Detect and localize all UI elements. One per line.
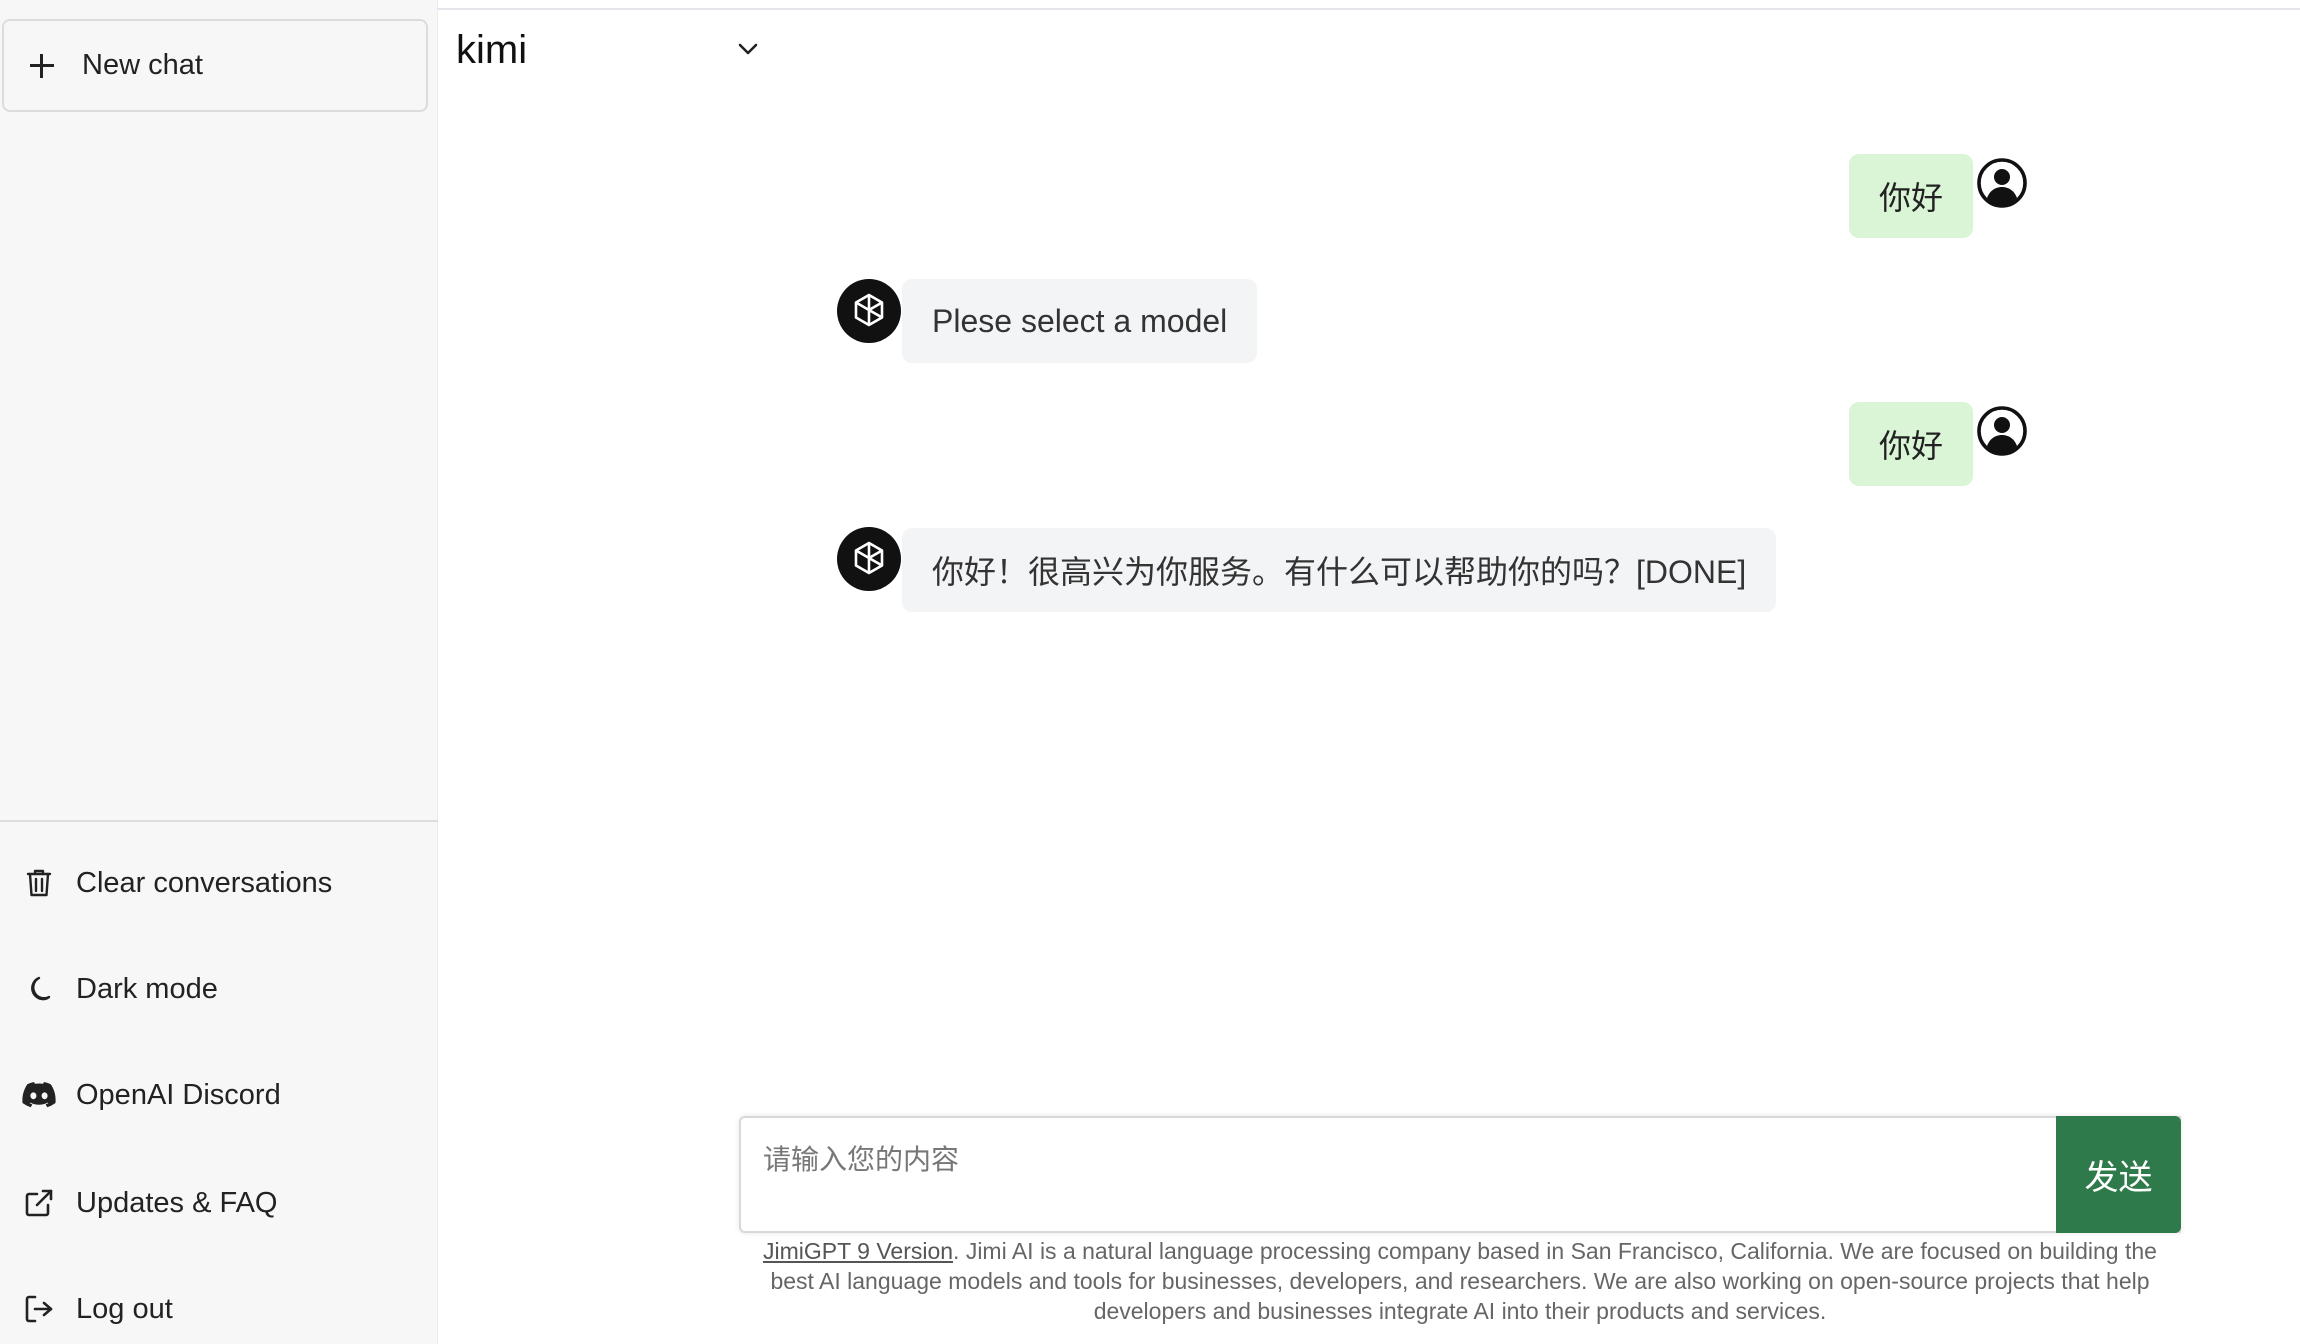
user-message: 你好	[1849, 402, 1974, 486]
message-text: Plese select a model	[932, 302, 1228, 339]
sidebar-item-label: Dark mode	[76, 972, 218, 1005]
sidebar-item-label: Log out	[76, 1292, 173, 1325]
version-link[interactable]: JimiGPT 9 Version	[763, 1238, 953, 1264]
assistant-avatar-icon	[837, 279, 901, 343]
plus-icon	[28, 52, 56, 80]
trash-icon	[22, 866, 56, 900]
model-select[interactable]: kimi	[456, 20, 766, 80]
message-text: 你好	[1879, 428, 1944, 464]
message-text: 你好！很高兴为你服务。有什么可以帮助你的吗？[DONE]	[932, 554, 1747, 590]
model-select-value: kimi	[456, 27, 528, 72]
user-avatar-icon	[1975, 404, 2039, 468]
external-link-icon	[22, 1186, 56, 1220]
send-button[interactable]: 发送	[2056, 1116, 2181, 1233]
message-text: 你好	[1879, 180, 1944, 216]
sidebar-item-label: OpenAI Discord	[76, 1078, 281, 1111]
assistant-avatar-icon	[837, 527, 901, 591]
sidebar-item-updates-faq[interactable]: Updates & FAQ	[22, 1178, 278, 1228]
user-avatar-icon	[1975, 156, 2039, 220]
sidebar: New chat Clear conversations Dark mode O…	[0, 0, 438, 1344]
user-message: 你好	[1849, 154, 1974, 238]
sidebar-item-label: Clear conversations	[76, 866, 333, 899]
new-chat-button[interactable]: New chat	[2, 19, 428, 112]
assistant-message: 你好！很高兴为你服务。有什么可以帮助你的吗？[DONE]	[902, 528, 1777, 612]
new-chat-label: New chat	[82, 49, 203, 81]
message-input[interactable]	[741, 1118, 2179, 1231]
footer-disclaimer: JimiGPT 9 Version. Jimi AI is a natural …	[740, 1236, 2180, 1326]
sidebar-item-dark-mode[interactable]: Dark mode	[22, 964, 218, 1014]
footer-text: . Jimi AI is a natural language processi…	[770, 1238, 2157, 1324]
logout-icon	[22, 1292, 56, 1326]
moon-icon	[22, 972, 56, 1006]
sidebar-item-log-out[interactable]: Log out	[22, 1284, 173, 1334]
discord-icon	[22, 1078, 56, 1112]
sidebar-item-openai-discord[interactable]: OpenAI Discord	[22, 1070, 281, 1120]
sidebar-item-clear-conversations[interactable]: Clear conversations	[22, 858, 332, 908]
sidebar-item-label: Updates & FAQ	[76, 1186, 278, 1219]
assistant-message: Plese select a model	[902, 279, 1258, 363]
chevron-down-icon	[738, 42, 758, 61]
sidebar-divider	[0, 820, 438, 822]
message-composer	[739, 1116, 2181, 1233]
